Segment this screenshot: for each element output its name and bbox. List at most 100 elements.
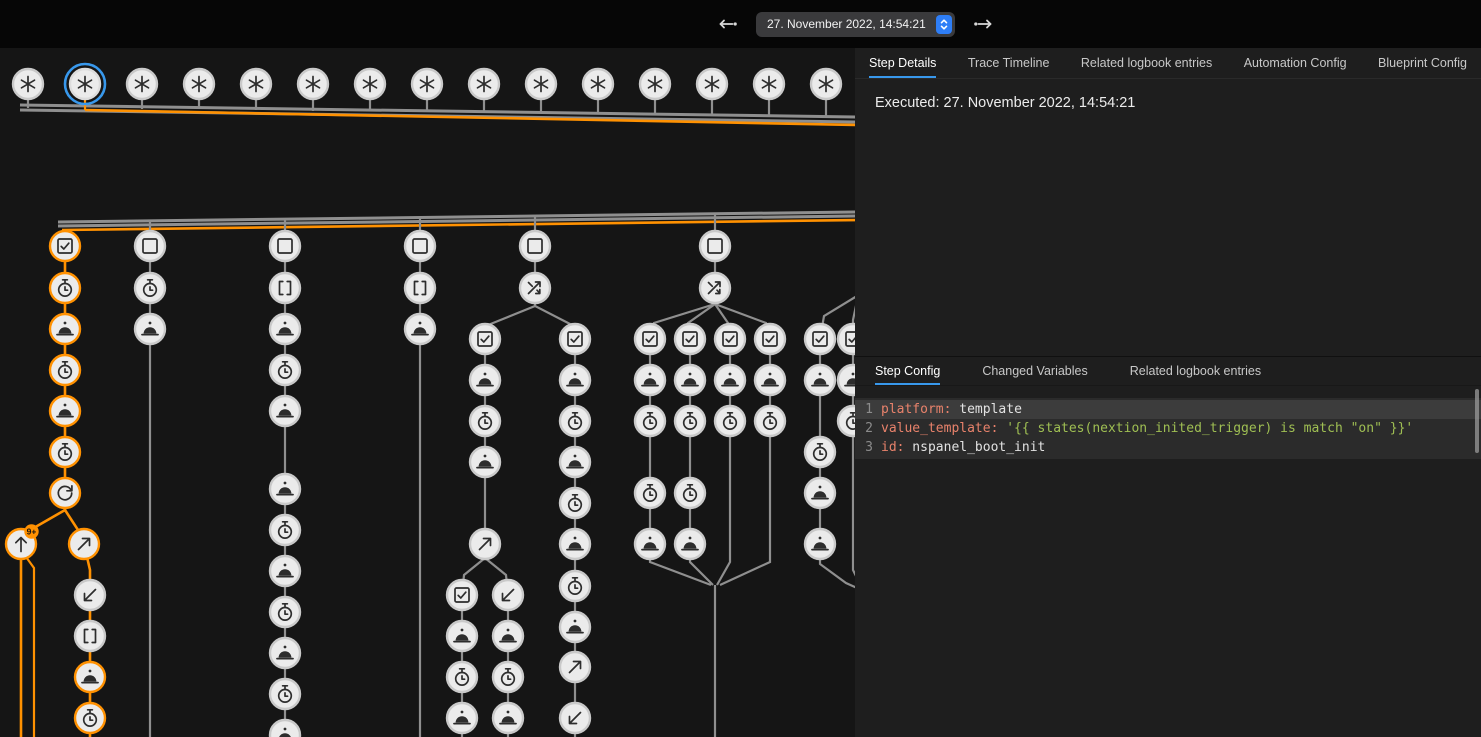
tab-step-details[interactable]: Step Details <box>869 48 936 78</box>
trace-node-asterisk[interactable] <box>65 64 105 104</box>
trace-node-timer[interactable] <box>675 406 705 436</box>
trace-node-bell[interactable] <box>270 396 300 426</box>
trace-node-asterisk[interactable] <box>811 69 841 99</box>
trace-node-arrow-branch[interactable] <box>560 652 590 682</box>
trace-node-bell[interactable] <box>270 314 300 344</box>
tab-automation-config[interactable]: Automation Config <box>1244 48 1347 78</box>
trace-node-check-square[interactable] <box>635 324 665 354</box>
run-select[interactable]: 27. November 2022, 14:54:21 <box>756 12 955 37</box>
trace-node-timer[interactable] <box>135 273 165 303</box>
trace-node-arrow-branch[interactable] <box>69 529 99 559</box>
trace-node-brackets[interactable] <box>405 273 435 303</box>
trace-node-arrow-bottom-left[interactable] <box>75 580 105 610</box>
next-run-button[interactable] <box>969 9 999 39</box>
trace-node-timer[interactable] <box>50 273 80 303</box>
trace-node-timer[interactable] <box>50 437 80 467</box>
trace-node-check-square[interactable] <box>805 324 835 354</box>
trace-node-timer[interactable] <box>715 406 745 436</box>
tab-related-logbook-entries[interactable]: Related logbook entries <box>1081 48 1212 78</box>
trace-node-asterisk[interactable] <box>469 69 499 99</box>
trace-graph[interactable]: 9+ <box>0 48 855 737</box>
trace-node-arrow-up[interactable]: 9+ <box>6 524 39 559</box>
trace-node-square[interactable] <box>700 231 730 261</box>
tab-blueprint-config[interactable]: Blueprint Config <box>1378 48 1467 78</box>
trace-node-asterisk[interactable] <box>298 69 328 99</box>
trace-node-timer[interactable] <box>560 406 590 436</box>
previous-run-button[interactable] <box>712 9 742 39</box>
trace-node-bell[interactable] <box>838 365 855 395</box>
trace-node-bell[interactable] <box>560 529 590 559</box>
trace-node-bell[interactable] <box>805 478 835 508</box>
trace-node-asterisk[interactable] <box>583 69 613 99</box>
trace-node-timer[interactable] <box>755 406 785 436</box>
code-line-3[interactable]: 3id: nspanel_boot_init <box>855 438 1481 457</box>
trace-node-shuffle[interactable] <box>520 273 550 303</box>
trace-node-square[interactable] <box>135 231 165 261</box>
trace-node-timer[interactable] <box>447 662 477 692</box>
trace-node-check-square[interactable] <box>447 580 477 610</box>
tab-step-config[interactable]: Step Config <box>875 357 940 385</box>
trace-node-bell[interactable] <box>470 447 500 477</box>
trace-node-timer[interactable] <box>270 679 300 709</box>
trace-node-asterisk[interactable] <box>640 69 670 99</box>
trace-node-bell[interactable] <box>635 365 665 395</box>
trace-node-square[interactable] <box>270 231 300 261</box>
trace-node-bell[interactable] <box>447 621 477 651</box>
trace-node-bell[interactable] <box>675 365 705 395</box>
trace-node-timer[interactable] <box>560 571 590 601</box>
trace-node-brackets[interactable] <box>75 621 105 651</box>
trace-node-brackets[interactable] <box>270 273 300 303</box>
trace-node-bell[interactable] <box>270 556 300 586</box>
trace-node-bell[interactable] <box>470 365 500 395</box>
trace-graph-canvas[interactable]: 9+ <box>0 48 855 737</box>
trace-node-timer[interactable] <box>50 355 80 385</box>
trace-node-asterisk[interactable] <box>526 69 556 99</box>
trace-node-timer[interactable] <box>270 355 300 385</box>
trace-node-bell[interactable] <box>50 314 80 344</box>
trace-node-timer[interactable] <box>635 406 665 436</box>
trace-node-timer[interactable] <box>270 515 300 545</box>
trace-node-check-square[interactable] <box>470 324 500 354</box>
trace-node-arrow-branch[interactable] <box>470 529 500 559</box>
tab-changed-variables[interactable]: Changed Variables <box>982 357 1087 385</box>
trace-node-check-square[interactable] <box>50 231 80 261</box>
trace-node-bell[interactable] <box>560 365 590 395</box>
trace-node-asterisk[interactable] <box>127 69 157 99</box>
trace-node-check-square[interactable] <box>560 324 590 354</box>
trace-node-timer[interactable] <box>75 703 105 733</box>
code-editor[interactable]: 1platform: template2value_template: '{{ … <box>855 398 1481 459</box>
trace-node-bell[interactable] <box>805 365 835 395</box>
trace-node-asterisk[interactable] <box>412 69 442 99</box>
trace-node-bell[interactable] <box>270 720 300 737</box>
trace-node-bell[interactable] <box>270 474 300 504</box>
trace-node-arrow-bottom-left[interactable] <box>493 580 523 610</box>
editor-scrollbar[interactable] <box>1475 389 1479 453</box>
trace-node-asterisk[interactable] <box>184 69 214 99</box>
trace-node-timer[interactable] <box>470 406 500 436</box>
trace-node-timer[interactable] <box>270 597 300 627</box>
trace-node-check-square[interactable] <box>715 324 745 354</box>
trace-node-bell[interactable] <box>270 638 300 668</box>
trace-node-bell[interactable] <box>493 703 523 733</box>
tab-trace-timeline[interactable]: Trace Timeline <box>968 48 1050 78</box>
trace-node-bell[interactable] <box>135 314 165 344</box>
trace-node-bell[interactable] <box>75 662 105 692</box>
trace-node-bell[interactable] <box>560 612 590 642</box>
trace-node-bell[interactable] <box>805 529 835 559</box>
trace-node-asterisk[interactable] <box>754 69 784 99</box>
trace-node-arrow-bottom-left[interactable] <box>560 703 590 733</box>
trace-node-bell[interactable] <box>405 314 435 344</box>
trace-node-asterisk[interactable] <box>355 69 385 99</box>
trace-node-timer[interactable] <box>675 478 705 508</box>
trace-node-timer[interactable] <box>635 478 665 508</box>
trace-node-refresh[interactable] <box>50 478 80 508</box>
trace-node-shuffle[interactable] <box>700 273 730 303</box>
trace-node-bell[interactable] <box>635 529 665 559</box>
trace-node-bell[interactable] <box>560 447 590 477</box>
code-line-1[interactable]: 1platform: template <box>855 400 1481 419</box>
code-line-2[interactable]: 2value_template: '{{ states(nextion_init… <box>855 419 1481 438</box>
trace-node-check-square[interactable] <box>838 324 855 354</box>
trace-node-square[interactable] <box>405 231 435 261</box>
trace-node-bell[interactable] <box>675 529 705 559</box>
trace-node-bell[interactable] <box>447 703 477 733</box>
